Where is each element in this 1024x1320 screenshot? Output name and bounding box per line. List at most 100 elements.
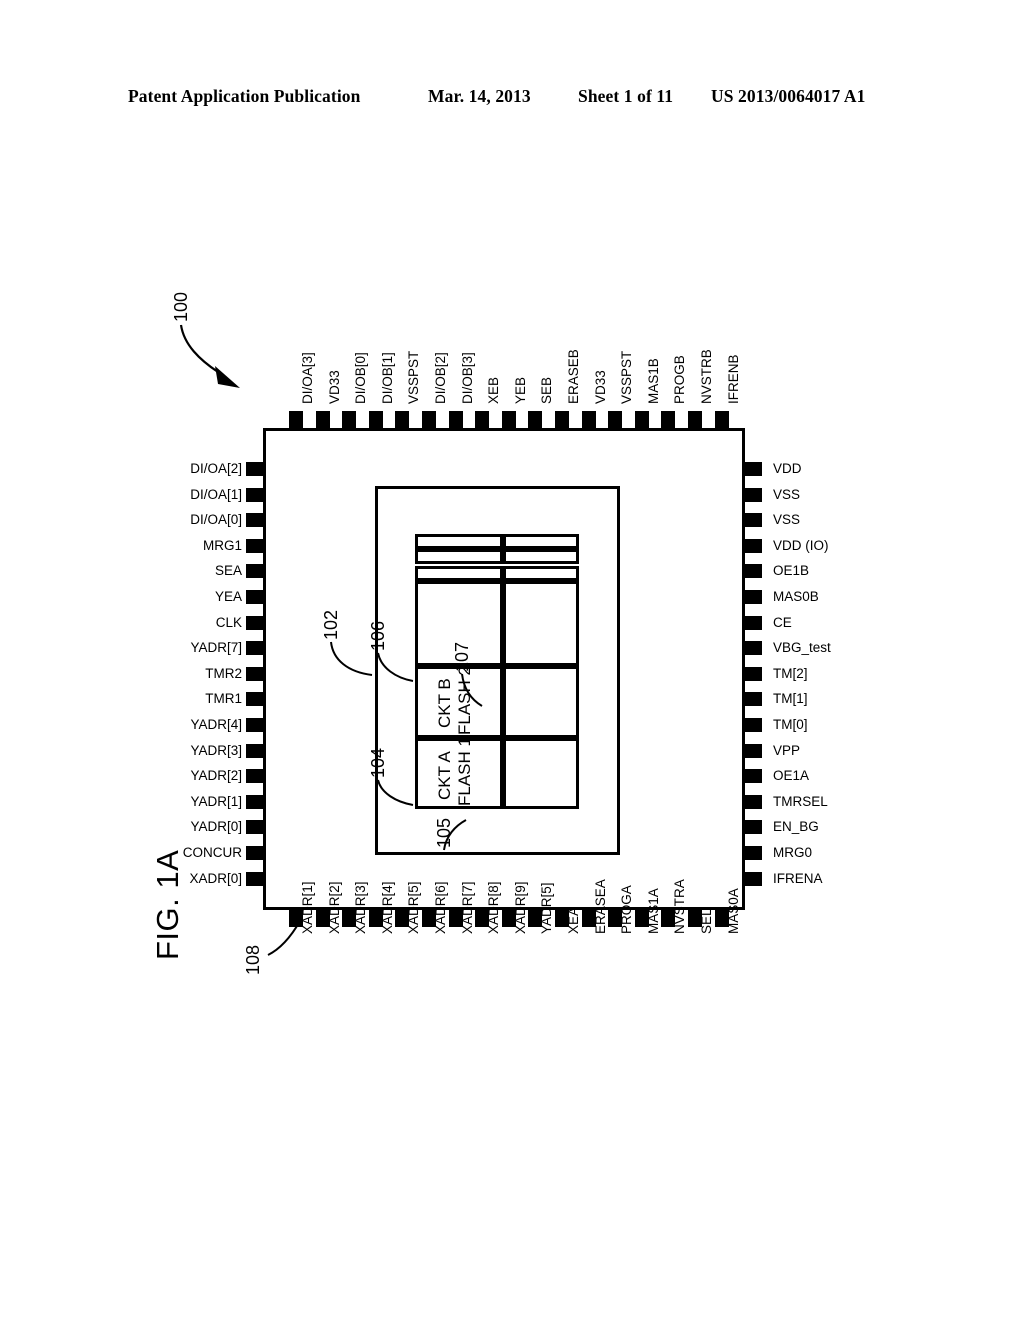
pin-label-top-9: SEB: [539, 376, 555, 404]
pin-label-top-10: ERASEB: [566, 349, 581, 404]
pin-label-top-7: XEB: [486, 376, 502, 404]
pin-label-right-3: VDD (IO): [773, 537, 829, 553]
header-sheet: Sheet 1 of 11: [578, 86, 674, 106]
pin-label-top-13: MAS1B: [645, 358, 661, 404]
pin-label-bottom-1: XADR[2]: [326, 881, 342, 934]
pin-left-9: [246, 692, 263, 707]
header-publication: Patent Application Publication: [128, 86, 361, 106]
pin-label-left-0: DI/OA[2]: [190, 461, 242, 476]
pin-label-top-0: DI/OA[3]: [300, 352, 315, 404]
pin-top-10: [555, 411, 569, 428]
pin-label-right-5: MAS0B: [773, 589, 819, 604]
pin-top-9: [528, 411, 543, 428]
pin-right-13: [745, 794, 762, 809]
pin-label-right-6: CE: [773, 614, 792, 630]
pin-top-3: [368, 411, 383, 428]
pin-label-top-5: DI/OB[2]: [433, 352, 448, 404]
pin-label-top-3: DI/OB[1]: [379, 352, 395, 404]
block-label-flash-2: FLASH 2: [455, 666, 474, 735]
ref-104: 104: [368, 747, 388, 778]
ref-107: 107: [452, 641, 472, 672]
ref-106: 106: [368, 620, 388, 651]
pin-label-bottom-14: NVSTRA: [672, 879, 688, 934]
pin-label-left-3: MRG1: [202, 537, 242, 553]
pin-label-left-7: YADR[7]: [190, 640, 242, 656]
pin-label-top-12: VSSPST: [619, 350, 635, 404]
pin-right-7: [745, 641, 762, 656]
pin-label-right-0: VDD: [773, 461, 802, 476]
pin-label-top-4: VSSPST: [406, 350, 422, 404]
pin-left-12: [246, 769, 263, 784]
pin-label-bottom-4: XADR[5]: [406, 881, 422, 934]
pin-right-2: [745, 513, 762, 528]
pin-left-3: [246, 538, 263, 553]
pin-label-bottom-12: PROGA: [619, 885, 635, 934]
pin-right-8: [745, 666, 762, 681]
pin-label-bottom-16: MAS0A: [725, 888, 741, 934]
pin-label-right-10: TM[0]: [773, 717, 808, 732]
pin-left-15: [246, 846, 263, 860]
grid-strip-4: [503, 534, 579, 549]
pin-right-14: [745, 820, 762, 835]
pin-left-7: [246, 641, 263, 656]
pin-top-15: [688, 411, 702, 428]
pin-right-15: [745, 846, 762, 860]
pin-label-bottom-5: XADR[6]: [433, 881, 448, 934]
pin-label-bottom-0: XADR[1]: [300, 881, 315, 934]
pin-label-bottom-6: XADR[7]: [459, 881, 475, 934]
ref-105: 105: [434, 817, 454, 848]
pin-label-top-8: YEB: [512, 376, 528, 404]
ref-108: 108: [243, 944, 263, 975]
ref-102: 102: [321, 609, 341, 640]
pin-label-bottom-3: XADR[4]: [379, 881, 395, 934]
pin-right-3: [745, 538, 762, 553]
pin-label-left-5: YEA: [214, 589, 242, 604]
pin-left-13: [246, 794, 263, 809]
pin-label-left-4: SEA: [214, 563, 242, 579]
pin-label-top-2: DI/OB[0]: [353, 352, 369, 404]
pin-top-0: [289, 411, 303, 428]
pin-top-2: [342, 411, 357, 428]
header-date: Mar. 14, 2013: [428, 86, 531, 106]
pin-top-12: [608, 411, 623, 428]
pin-right-10: [745, 718, 762, 732]
pin-top-6: [448, 411, 463, 428]
pin-label-left-14: YADR[0]: [190, 819, 242, 835]
grid-cell-array-b: [503, 581, 579, 666]
pin-left-0: [246, 462, 263, 476]
pin-top-8: [501, 411, 516, 428]
pin-right-11: [745, 743, 762, 758]
pin-label-left-2: DI/OA[0]: [190, 512, 242, 528]
header-patent-number: US 2013/0064017 A1: [711, 86, 866, 106]
pin-right-9: [745, 692, 762, 707]
pin-left-1: [246, 487, 263, 502]
pin-label-top-16: IFRENB: [725, 354, 741, 404]
pin-label-right-4: OE1B: [773, 563, 810, 579]
pin-left-16: [246, 871, 263, 886]
pin-label-left-1: DI/OA[1]: [190, 486, 242, 502]
pin-label-bottom-9: YADR[5]: [539, 882, 555, 934]
pin-top-14: [661, 411, 676, 428]
grid-strip-1: [415, 534, 503, 549]
pin-label-left-12: YADR[2]: [190, 768, 242, 784]
grid-strip-3: [415, 566, 503, 581]
pin-label-bottom-10: XEA: [566, 906, 581, 934]
pin-right-5: [745, 590, 762, 604]
block-label-flash-1: FLASH 1: [455, 737, 474, 806]
pin-label-left-10: YADR[4]: [190, 717, 242, 732]
pin-label-bottom-11: ERASEA: [592, 879, 608, 934]
grid-cell-ckt-b-b: [503, 666, 579, 738]
grid-strip-5: [503, 549, 579, 564]
pin-left-2: [246, 513, 263, 528]
pin-label-left-6: CLK: [215, 614, 242, 630]
pin-top-13: [634, 411, 649, 428]
grid-cell-ckt-a-b: [503, 738, 579, 809]
pin-label-left-9: TMR1: [205, 691, 242, 707]
pin-left-10: [246, 718, 263, 732]
pin-top-16: [714, 411, 729, 428]
pin-label-right-16: IFRENA: [773, 870, 823, 886]
pin-label-top-1: VD33: [326, 370, 342, 404]
pin-label-right-12: OE1A: [773, 768, 810, 784]
pin-right-16: [745, 871, 762, 886]
pin-left-11: [246, 743, 263, 758]
